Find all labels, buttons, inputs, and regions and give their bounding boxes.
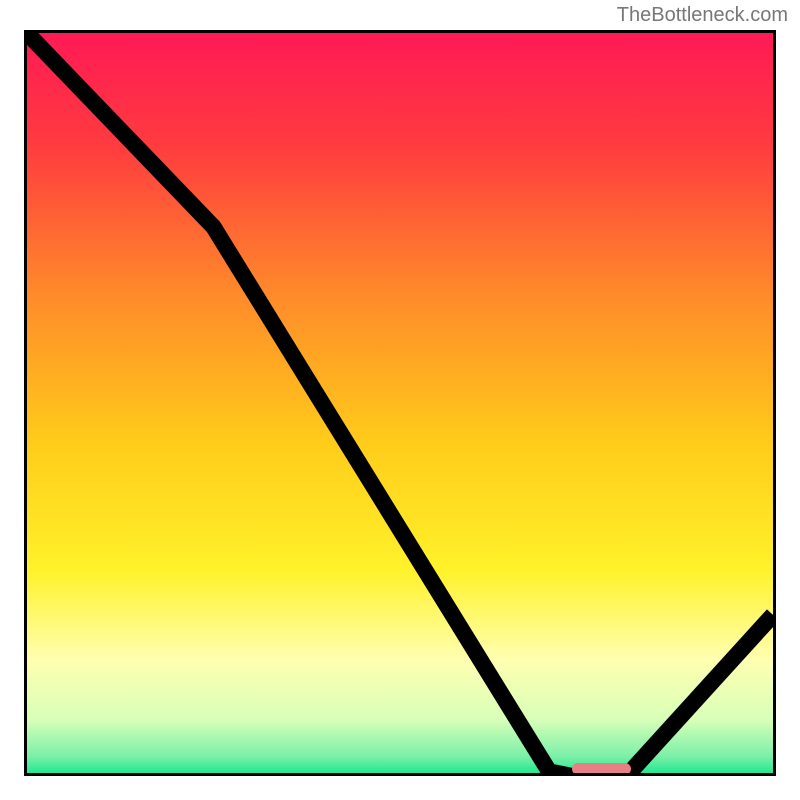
curve-line	[27, 33, 773, 776]
chart-plot-area	[24, 30, 776, 776]
optimal-marker	[572, 763, 632, 775]
attribution-text: TheBottleneck.com	[617, 4, 788, 27]
